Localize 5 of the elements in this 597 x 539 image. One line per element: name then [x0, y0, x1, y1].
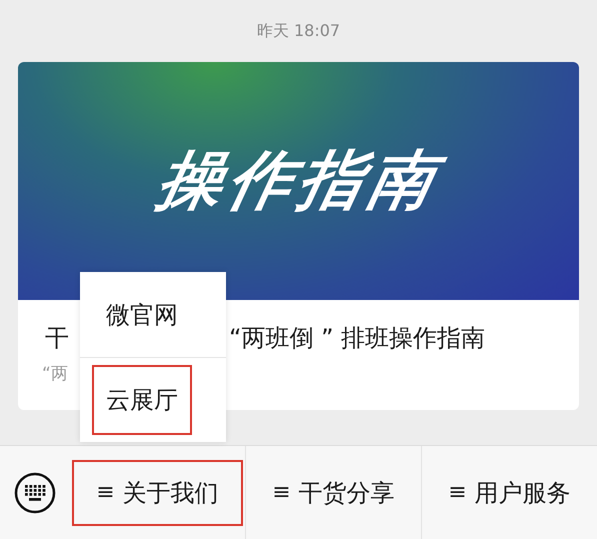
article-summary: “两	[42, 364, 68, 384]
cover-title: 操作指南	[150, 143, 449, 220]
message-time: 昨天 18:07	[256, 20, 340, 42]
article-title: 干	[45, 323, 69, 354]
article-title: “两班倒 ” 排班操作指南	[229, 323, 486, 354]
